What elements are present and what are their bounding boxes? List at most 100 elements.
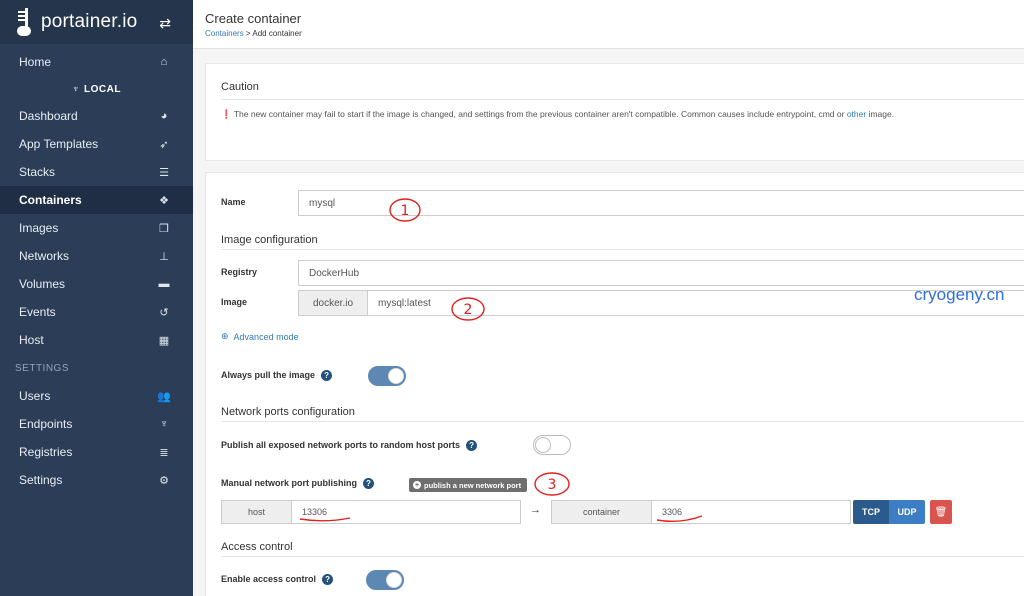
sidebar-item-label: Events bbox=[19, 305, 56, 319]
globe-icon: ⊕ bbox=[221, 331, 229, 341]
sitemap-icon: ⊥ bbox=[159, 250, 169, 263]
publish-all-text: Publish all exposed network ports to ran… bbox=[221, 440, 461, 450]
question-circle-icon[interactable]: ? bbox=[321, 370, 333, 382]
brand[interactable]: portainer.io ⇄ bbox=[0, 0, 193, 44]
network-ports-title: Network ports configuration bbox=[221, 406, 355, 418]
tachometer-icon: ◕ bbox=[160, 110, 168, 122]
publish-new-port-button[interactable]: + publish a new network port bbox=[409, 478, 528, 492]
sidebar-item-label: Users bbox=[19, 389, 51, 403]
question-circle-icon[interactable]: ? bbox=[363, 478, 374, 490]
trash-icon: 🗑 bbox=[934, 506, 948, 518]
image-label: Image bbox=[221, 297, 248, 307]
sidebar-item-label: Home bbox=[19, 55, 52, 69]
always-pull-label: Always pull the image? bbox=[221, 370, 333, 382]
always-pull-toggle[interactable] bbox=[368, 366, 406, 386]
breadcrumb-link-containers[interactable]: Containers bbox=[205, 29, 244, 38]
container-port-addon: container bbox=[551, 500, 652, 524]
remove-port-button[interactable]: 🗑 bbox=[930, 500, 952, 524]
sidebar-item-label: App Templates bbox=[19, 137, 99, 151]
enable-access-label: Enable access control? bbox=[221, 574, 334, 586]
registry-select[interactable]: DockerHub bbox=[298, 260, 1024, 286]
sidebar-item-home[interactable]: Home ⌂ bbox=[0, 48, 193, 76]
protocol-tcp-button[interactable]: TCP bbox=[853, 500, 889, 524]
sidebar-item-images[interactable]: Images ❐ bbox=[0, 214, 193, 242]
endpoint-header: ♆ LOCAL bbox=[0, 76, 193, 102]
publish-all-toggle[interactable] bbox=[533, 435, 571, 455]
question-circle-icon[interactable]: ? bbox=[322, 574, 334, 586]
divider bbox=[221, 99, 1024, 100]
watermark: cryogeny.cn bbox=[914, 285, 1005, 304]
th-icon: ▦ bbox=[158, 334, 170, 347]
publish-all-label: Publish all exposed network ports to ran… bbox=[221, 440, 478, 452]
image-registry-prefix: docker.io bbox=[298, 290, 368, 316]
host-port-addon: host bbox=[221, 500, 292, 524]
users-icon: 👥 bbox=[157, 390, 171, 403]
sidebar-item-endpoints[interactable]: Endpoints ♆ bbox=[0, 410, 193, 438]
divider bbox=[221, 249, 1024, 250]
enable-access-toggle[interactable] bbox=[366, 570, 404, 590]
registry-label: Registry bbox=[221, 267, 258, 277]
hdd-icon: ▬ bbox=[158, 278, 170, 290]
container-port-input[interactable]: 3306 bbox=[651, 500, 851, 524]
sidebar-toggle-icon[interactable]: ⇄ bbox=[159, 15, 171, 32]
name-input[interactable]: mysql bbox=[298, 190, 1024, 216]
publish-new-port-label: publish a new network port bbox=[424, 480, 522, 490]
sidebar-item-label: Host bbox=[19, 333, 44, 347]
manual-publishing-text: Manual network port publishing bbox=[221, 478, 357, 488]
cogs-icon: ⚙ bbox=[159, 474, 169, 487]
warning-icon: ❗ bbox=[221, 109, 232, 119]
database-icon: ≣ bbox=[159, 446, 169, 459]
history-icon: ↺ bbox=[159, 306, 169, 319]
sidebar-item-dashboard[interactable]: Dashboard ◕ bbox=[0, 102, 193, 130]
advanced-mode-label: Advanced mode bbox=[233, 331, 299, 342]
sidebar-item-label: Containers bbox=[19, 193, 82, 207]
page-header: Create container Containers > Add contai… bbox=[193, 0, 1024, 49]
sidebar-item-users[interactable]: Users 👥 bbox=[0, 382, 193, 410]
name-label: Name bbox=[221, 197, 246, 207]
cubes-icon: ❖ bbox=[159, 194, 169, 207]
divider bbox=[221, 421, 1024, 422]
plug-icon: ♆ bbox=[72, 83, 81, 95]
protocol-udp-button[interactable]: UDP bbox=[889, 500, 925, 524]
sidebar-item-label: Networks bbox=[19, 249, 70, 263]
sidebar-item-app-templates[interactable]: App Templates ➶ bbox=[0, 130, 193, 158]
list-icon: ☰ bbox=[159, 166, 169, 179]
home-icon: ⌂ bbox=[160, 56, 168, 68]
rocket-icon: ➶ bbox=[159, 138, 169, 151]
sidebar-item-label: Endpoints bbox=[19, 417, 73, 431]
sidebar-item-settings[interactable]: Settings ⚙ bbox=[0, 466, 193, 494]
sidebar: portainer.io ⇄ Home ⌂ ♆ LOCAL Dashboard ◕… bbox=[0, 0, 193, 596]
divider bbox=[221, 556, 1024, 557]
page-title: Create container bbox=[205, 11, 302, 26]
sidebar-item-label: Stacks bbox=[19, 165, 56, 179]
caution-message: ❗ The new container may fail to start if… bbox=[221, 108, 1024, 121]
sidebar-item-containers[interactable]: Containers ❖ bbox=[0, 186, 193, 214]
breadcrumb: Containers > Add container bbox=[205, 29, 1012, 38]
host-port-input[interactable]: 13306 bbox=[291, 500, 521, 524]
caution-panel: Caution ❗ The new container may fail to … bbox=[205, 63, 1024, 161]
sidebar-item-stacks[interactable]: Stacks ☰ bbox=[0, 158, 193, 186]
create-container-form: Name mysql Image configuration Registry … bbox=[205, 172, 1024, 596]
caution-text-end: image. bbox=[866, 109, 895, 119]
manual-publishing-label: Manual network port publishing? bbox=[221, 478, 374, 490]
sidebar-item-registries[interactable]: Registries ≣ bbox=[0, 438, 193, 466]
access-control-title: Access control bbox=[221, 541, 293, 553]
sidebar-item-label: Volumes bbox=[19, 277, 66, 291]
sidebar-item-events[interactable]: Events ↺ bbox=[0, 298, 193, 326]
brand-name: portainer.io bbox=[41, 11, 138, 32]
sidebar-item-label: Settings bbox=[19, 473, 63, 487]
sidebar-item-host[interactable]: Host ▦ bbox=[0, 326, 193, 354]
advanced-mode-link[interactable]: ⊕ Advanced mode bbox=[221, 331, 299, 342]
caution-title: Caution bbox=[221, 81, 259, 93]
sidebar-item-label: Images bbox=[19, 221, 59, 235]
caution-text: The new container may fail to start if t… bbox=[233, 109, 847, 119]
arrow-right-icon: → bbox=[530, 504, 541, 516]
question-circle-icon[interactable]: ? bbox=[466, 440, 478, 452]
sidebar-item-volumes[interactable]: Volumes ▬ bbox=[0, 270, 193, 298]
sidebar-item-label: Registries bbox=[19, 445, 73, 459]
image-config-title: Image configuration bbox=[221, 234, 318, 246]
plug-icon: ♆ bbox=[159, 418, 169, 430]
enable-access-text: Enable access control bbox=[221, 574, 317, 584]
caution-other-link[interactable]: other bbox=[847, 109, 866, 119]
sidebar-item-networks[interactable]: Networks ⊥ bbox=[0, 242, 193, 270]
